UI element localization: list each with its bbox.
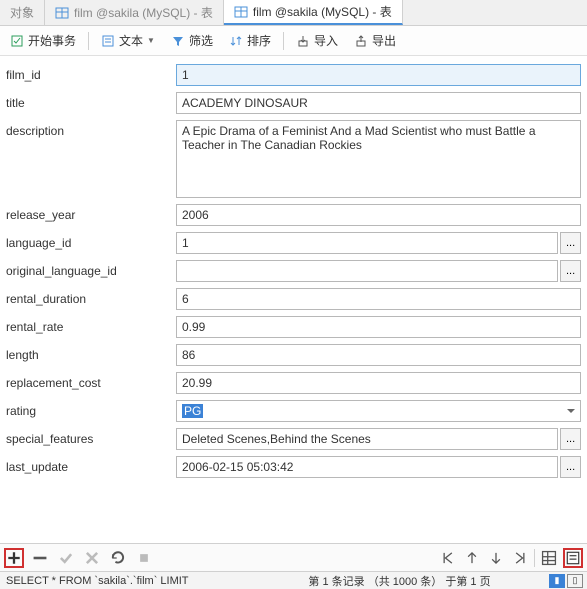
sort-icon xyxy=(229,34,243,48)
lookup-original-language-id[interactable]: ... xyxy=(560,260,581,282)
transaction-icon xyxy=(10,34,24,48)
label-special-features: special_features xyxy=(6,428,176,446)
separator xyxy=(283,32,284,50)
filter-icon xyxy=(171,34,185,48)
begin-transaction-button[interactable]: 开始事务 xyxy=(6,30,80,51)
input-original-language-id[interactable] xyxy=(176,260,558,282)
label-film-id: film_id xyxy=(6,64,176,82)
table-icon xyxy=(55,6,69,20)
tab-film-1[interactable]: film @sakila (MySQL) - 表 xyxy=(45,0,224,25)
separator xyxy=(88,32,89,50)
text-icon xyxy=(101,34,115,48)
input-special-features[interactable] xyxy=(176,428,558,450)
cancel-button[interactable] xyxy=(82,548,102,568)
input-length[interactable] xyxy=(176,344,581,366)
label-last-update: last_update xyxy=(6,456,176,474)
label-release-year: release_year xyxy=(6,204,176,222)
input-film-id[interactable] xyxy=(176,64,581,86)
input-replacement-cost[interactable] xyxy=(176,372,581,394)
separator xyxy=(534,549,535,567)
input-last-update[interactable] xyxy=(176,456,558,478)
label-rental-rate: rental_rate xyxy=(6,316,176,334)
next-record-button[interactable] xyxy=(486,548,506,568)
panel-left-icon[interactable]: ▮ xyxy=(549,574,565,588)
refresh-button[interactable] xyxy=(108,548,128,568)
tab-film-2[interactable]: film @sakila (MySQL) - 表 xyxy=(224,0,403,25)
form-view: film_id title descriptionA Epic Drama of… xyxy=(0,56,587,539)
first-record-button[interactable] xyxy=(438,548,458,568)
status-sql: SELECT * FROM `sakila`.`film` LIMIT xyxy=(0,575,250,587)
filter-button[interactable]: 筛选 xyxy=(167,30,217,51)
chevron-down-icon: ▼ xyxy=(147,36,155,45)
label-rental-duration: rental_duration xyxy=(6,288,176,306)
input-language-id[interactable] xyxy=(176,232,558,254)
add-record-button[interactable] xyxy=(4,548,24,568)
export-button[interactable]: 导出 xyxy=(350,30,400,51)
input-description[interactable]: A Epic Drama of a Feminist And a Mad Sci… xyxy=(176,120,581,198)
label-description: description xyxy=(6,120,176,138)
grid-view-button[interactable] xyxy=(539,548,559,568)
input-title[interactable] xyxy=(176,92,581,114)
label-language-id: language_id xyxy=(6,232,176,250)
select-rating[interactable]: PG xyxy=(176,400,581,422)
panel-right-icon[interactable]: ▯ xyxy=(567,574,583,588)
stop-button[interactable] xyxy=(134,548,154,568)
label-original-language-id: original_language_id xyxy=(6,260,176,278)
label-rating: rating xyxy=(6,400,176,418)
label-length: length xyxy=(6,344,176,362)
lookup-special-features[interactable]: ... xyxy=(560,428,581,450)
label-replacement-cost: replacement_cost xyxy=(6,372,176,390)
import-button[interactable]: 导入 xyxy=(292,30,342,51)
input-rental-duration[interactable] xyxy=(176,288,581,310)
export-icon xyxy=(354,34,368,48)
sort-button[interactable]: 排序 xyxy=(225,30,275,51)
form-view-button[interactable] xyxy=(563,548,583,568)
prev-record-button[interactable] xyxy=(462,548,482,568)
input-release-year[interactable] xyxy=(176,204,581,226)
label-title: title xyxy=(6,92,176,110)
apply-button[interactable] xyxy=(56,548,76,568)
delete-record-button[interactable] xyxy=(30,548,50,568)
last-record-button[interactable] xyxy=(510,548,530,568)
status-bar: SELECT * FROM `sakila`.`film` LIMIT 第 1 … xyxy=(0,571,587,589)
lookup-language-id[interactable]: ... xyxy=(560,232,581,254)
table-icon xyxy=(234,5,248,19)
tab-film-2-label: film @sakila (MySQL) - 表 xyxy=(253,3,392,20)
import-icon xyxy=(296,34,310,48)
tab-object-label: 对象 xyxy=(10,4,34,21)
tab-film-1-label: film @sakila (MySQL) - 表 xyxy=(74,4,213,21)
status-record: 第 1 条记录 （共 1000 条） 于第 1 页 xyxy=(250,573,549,589)
input-rental-rate[interactable] xyxy=(176,316,581,338)
tab-object[interactable]: 对象 xyxy=(0,0,45,25)
record-nav-bar xyxy=(0,543,587,571)
lookup-last-update[interactable]: ... xyxy=(560,456,581,478)
text-button[interactable]: 文本 ▼ xyxy=(97,30,159,51)
